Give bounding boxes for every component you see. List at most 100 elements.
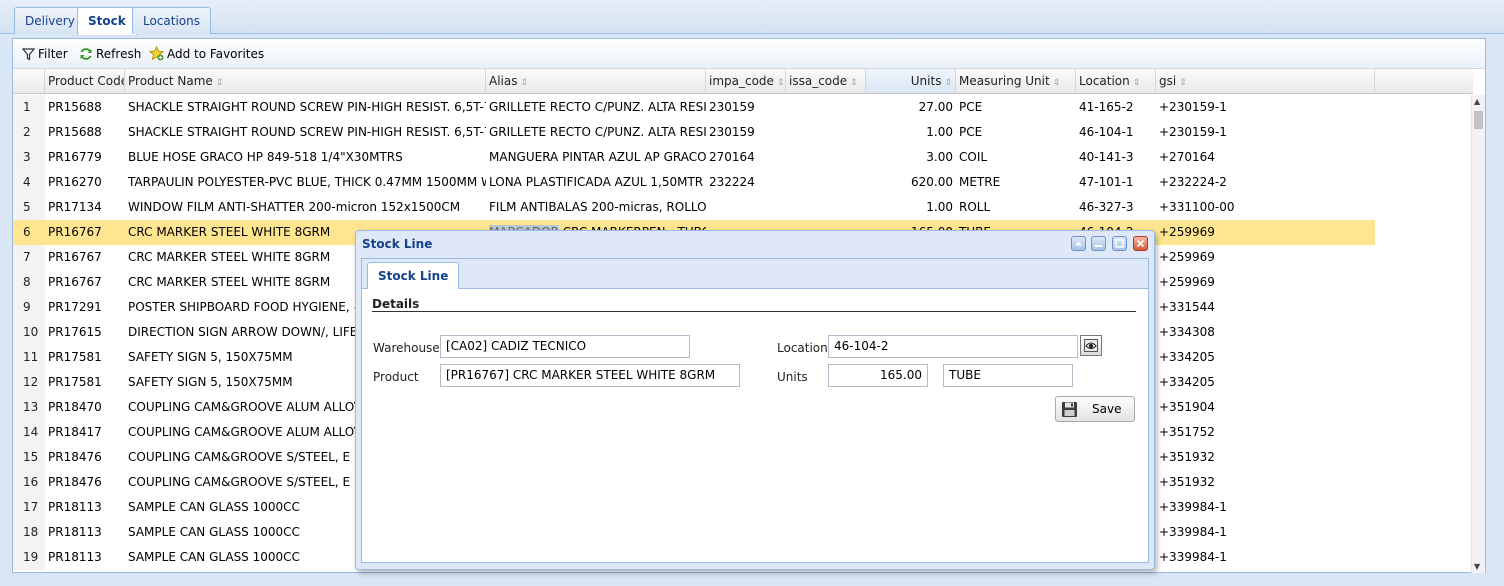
cell-gsi: +339984-1 [1159, 550, 1227, 564]
cell-gsi: +334205 [1159, 375, 1215, 389]
add-to-favorites-button[interactable]: Add to Favorites [148, 45, 264, 63]
star-icon [148, 45, 165, 61]
cell-gsi: +339984-1 [1159, 525, 1227, 539]
warehouse-field[interactable]: [CA02] CADIZ TECNICO [440, 335, 690, 358]
cell-product-code: PR17581 [48, 375, 102, 389]
col-alias-label: Alias [489, 74, 518, 88]
scroll-thumb[interactable] [1474, 111, 1483, 129]
dialog-title: Stock Line [362, 237, 433, 251]
cell-product-code: PR17615 [48, 325, 102, 339]
cell-gsi: +339984-1 [1159, 500, 1227, 514]
cell-gsi: +232224-2 [1159, 175, 1227, 189]
cell-gsi: +334205 [1159, 350, 1215, 364]
cell-product-code: PR16779 [48, 150, 102, 164]
col-product-name[interactable]: Product Name ⇕ [125, 69, 486, 93]
warehouse-label: Warehouse [373, 341, 440, 355]
product-label: Product [373, 370, 419, 384]
table-row[interactable]: 3 PR16779 BLUE HOSE GRACO HP 849-518 1/4"X… [13, 145, 1375, 170]
cell-product-name: SHACKLE STRAIGHT ROUND SCREW PIN-HIGH RE… [128, 100, 486, 114]
row-number: 1 [13, 95, 45, 120]
location-lookup-button[interactable] [1080, 335, 1102, 356]
table-row[interactable]: 2 PR15688 SHACKLE STRAIGHT ROUND SCREW PIN… [13, 120, 1375, 145]
col-measuring-unit[interactable]: Measuring Unit ⇕ [956, 69, 1076, 93]
cell-alias: LONA PLASTIFICADA AZUL 1,50MTR - ** [489, 175, 706, 189]
col-location-label: Location [1079, 74, 1130, 88]
sort-icon: ⇕ [944, 78, 952, 88]
filter-button[interactable]: Filter [21, 45, 68, 63]
table-row[interactable]: 4 PR16270 TARPAULIN POLYESTER-PVC BLUE, TH… [13, 170, 1375, 195]
minimize-icon [1095, 245, 1103, 247]
cell-product-code: PR16767 [48, 250, 102, 264]
cell-units: 1.00 [926, 200, 953, 214]
table-row[interactable]: 5 PR17134 WINDOW FILM ANTI-SHATTER 200-mic… [13, 195, 1375, 220]
minimize-button[interactable] [1091, 236, 1107, 251]
location-label: Location [777, 341, 828, 355]
cell-product-name: BLUE HOSE GRACO HP 849-518 1/4"X30MTRS [128, 150, 403, 164]
row-number: 8 [13, 270, 45, 295]
col-product-name-label: Product Name [128, 74, 213, 88]
measuring-unit-field[interactable]: TUBE [943, 364, 1073, 387]
refresh-icon [80, 48, 92, 60]
cell-product-code: PR16270 [48, 175, 102, 189]
cell-alias: GRILLETE RECTO C/PUNZ. ALTA RESIST [489, 125, 706, 139]
cell-units: 3.00 [926, 150, 953, 164]
cell-issa-code [786, 95, 866, 120]
vertical-scrollbar[interactable]: ▲ ▼ [1471, 95, 1485, 573]
cell-product-code: PR18113 [48, 525, 102, 539]
row-number: 15 [13, 445, 45, 470]
col-gsi[interactable]: gsi ⇕ [1156, 69, 1375, 93]
cell-issa-code [786, 170, 866, 195]
save-button[interactable]: Save [1055, 396, 1135, 422]
col-location[interactable]: Location ⇕ [1076, 69, 1156, 93]
col-alias[interactable]: Alias ⇕ [486, 69, 706, 93]
cell-gsi: +230159-1 [1159, 100, 1227, 114]
sort-icon: ⇕ [520, 78, 529, 88]
collapse-button[interactable] [1070, 236, 1086, 251]
col-product-code[interactable]: Product Code [45, 69, 125, 93]
sort-icon: ⇕ [850, 78, 858, 88]
cell-measuring-unit: METRE [959, 175, 1001, 189]
product-field[interactable]: [PR16767] CRC MARKER STEEL WHITE 8GRM [440, 364, 740, 387]
tab-locations[interactable]: Locations [132, 7, 212, 34]
cell-alias: FILM ANTIBALAS 200-micras, ROLLO 152 [489, 200, 706, 214]
cell-product-code: PR18417 [48, 425, 102, 439]
cell-gsi: +259969 [1159, 250, 1215, 264]
cell-measuring-unit: ROLL [959, 200, 991, 214]
close-button[interactable] [1133, 236, 1148, 251]
dialog-body: Stock Line Details Warehouse [CA02] CADI… [361, 258, 1149, 563]
cell-product-code: PR15688 [48, 125, 102, 139]
cell-gsi: +351932 [1159, 450, 1215, 464]
tab-stock-line[interactable]: Stock Line [367, 262, 460, 289]
cell-product-code: PR16767 [45, 220, 125, 245]
close-icon [1136, 239, 1145, 248]
table-row[interactable]: 1 PR15688 SHACKLE STRAIGHT ROUND SCREW PIN… [13, 95, 1375, 120]
sort-icon: ⇕ [215, 78, 224, 88]
col-units[interactable]: Units ⇕ [866, 69, 956, 93]
row-number: 19 [13, 545, 45, 570]
filter-icon [21, 48, 36, 61]
sort-icon: ⇕ [1179, 78, 1187, 88]
location-field[interactable]: 46-104-2 [828, 335, 1078, 358]
tab-delivery[interactable]: Delivery [14, 7, 86, 34]
row-number: 3 [13, 145, 45, 170]
window-controls [1069, 236, 1148, 251]
row-number: 4 [13, 170, 45, 195]
scroll-down-icon[interactable]: ▼ [1474, 562, 1480, 571]
grid-toolbar: Filter Refresh Add to Favorites [13, 39, 1485, 69]
scroll-up-icon[interactable]: ▲ [1474, 97, 1480, 106]
cell-location: 41-165-2 [1079, 100, 1134, 114]
cell-product-code: PR17291 [48, 300, 102, 314]
cell-product-name: SHACKLE STRAIGHT ROUND SCREW PIN-HIGH RE… [128, 125, 486, 139]
sort-icon: ⇕ [776, 78, 785, 88]
tab-stock[interactable]: Stock [77, 7, 137, 35]
units-field[interactable]: 165.00 [828, 364, 928, 387]
col-measuring-unit-label: Measuring Unit [959, 74, 1050, 88]
refresh-button[interactable]: Refresh [79, 45, 141, 63]
col-issa-code[interactable]: issa_code ⇕ [786, 69, 866, 93]
cell-product-code: PR18476 [48, 475, 102, 489]
cell-gsi: +351932 [1159, 475, 1215, 489]
maximize-button[interactable] [1112, 236, 1128, 251]
col-impa-code[interactable]: impa_code ⇕ [706, 69, 786, 93]
cell-product-code: PR18113 [48, 550, 102, 564]
cell-alias: MANGUERA PINTAR AZUL AP GRACO 84 [489, 150, 706, 164]
